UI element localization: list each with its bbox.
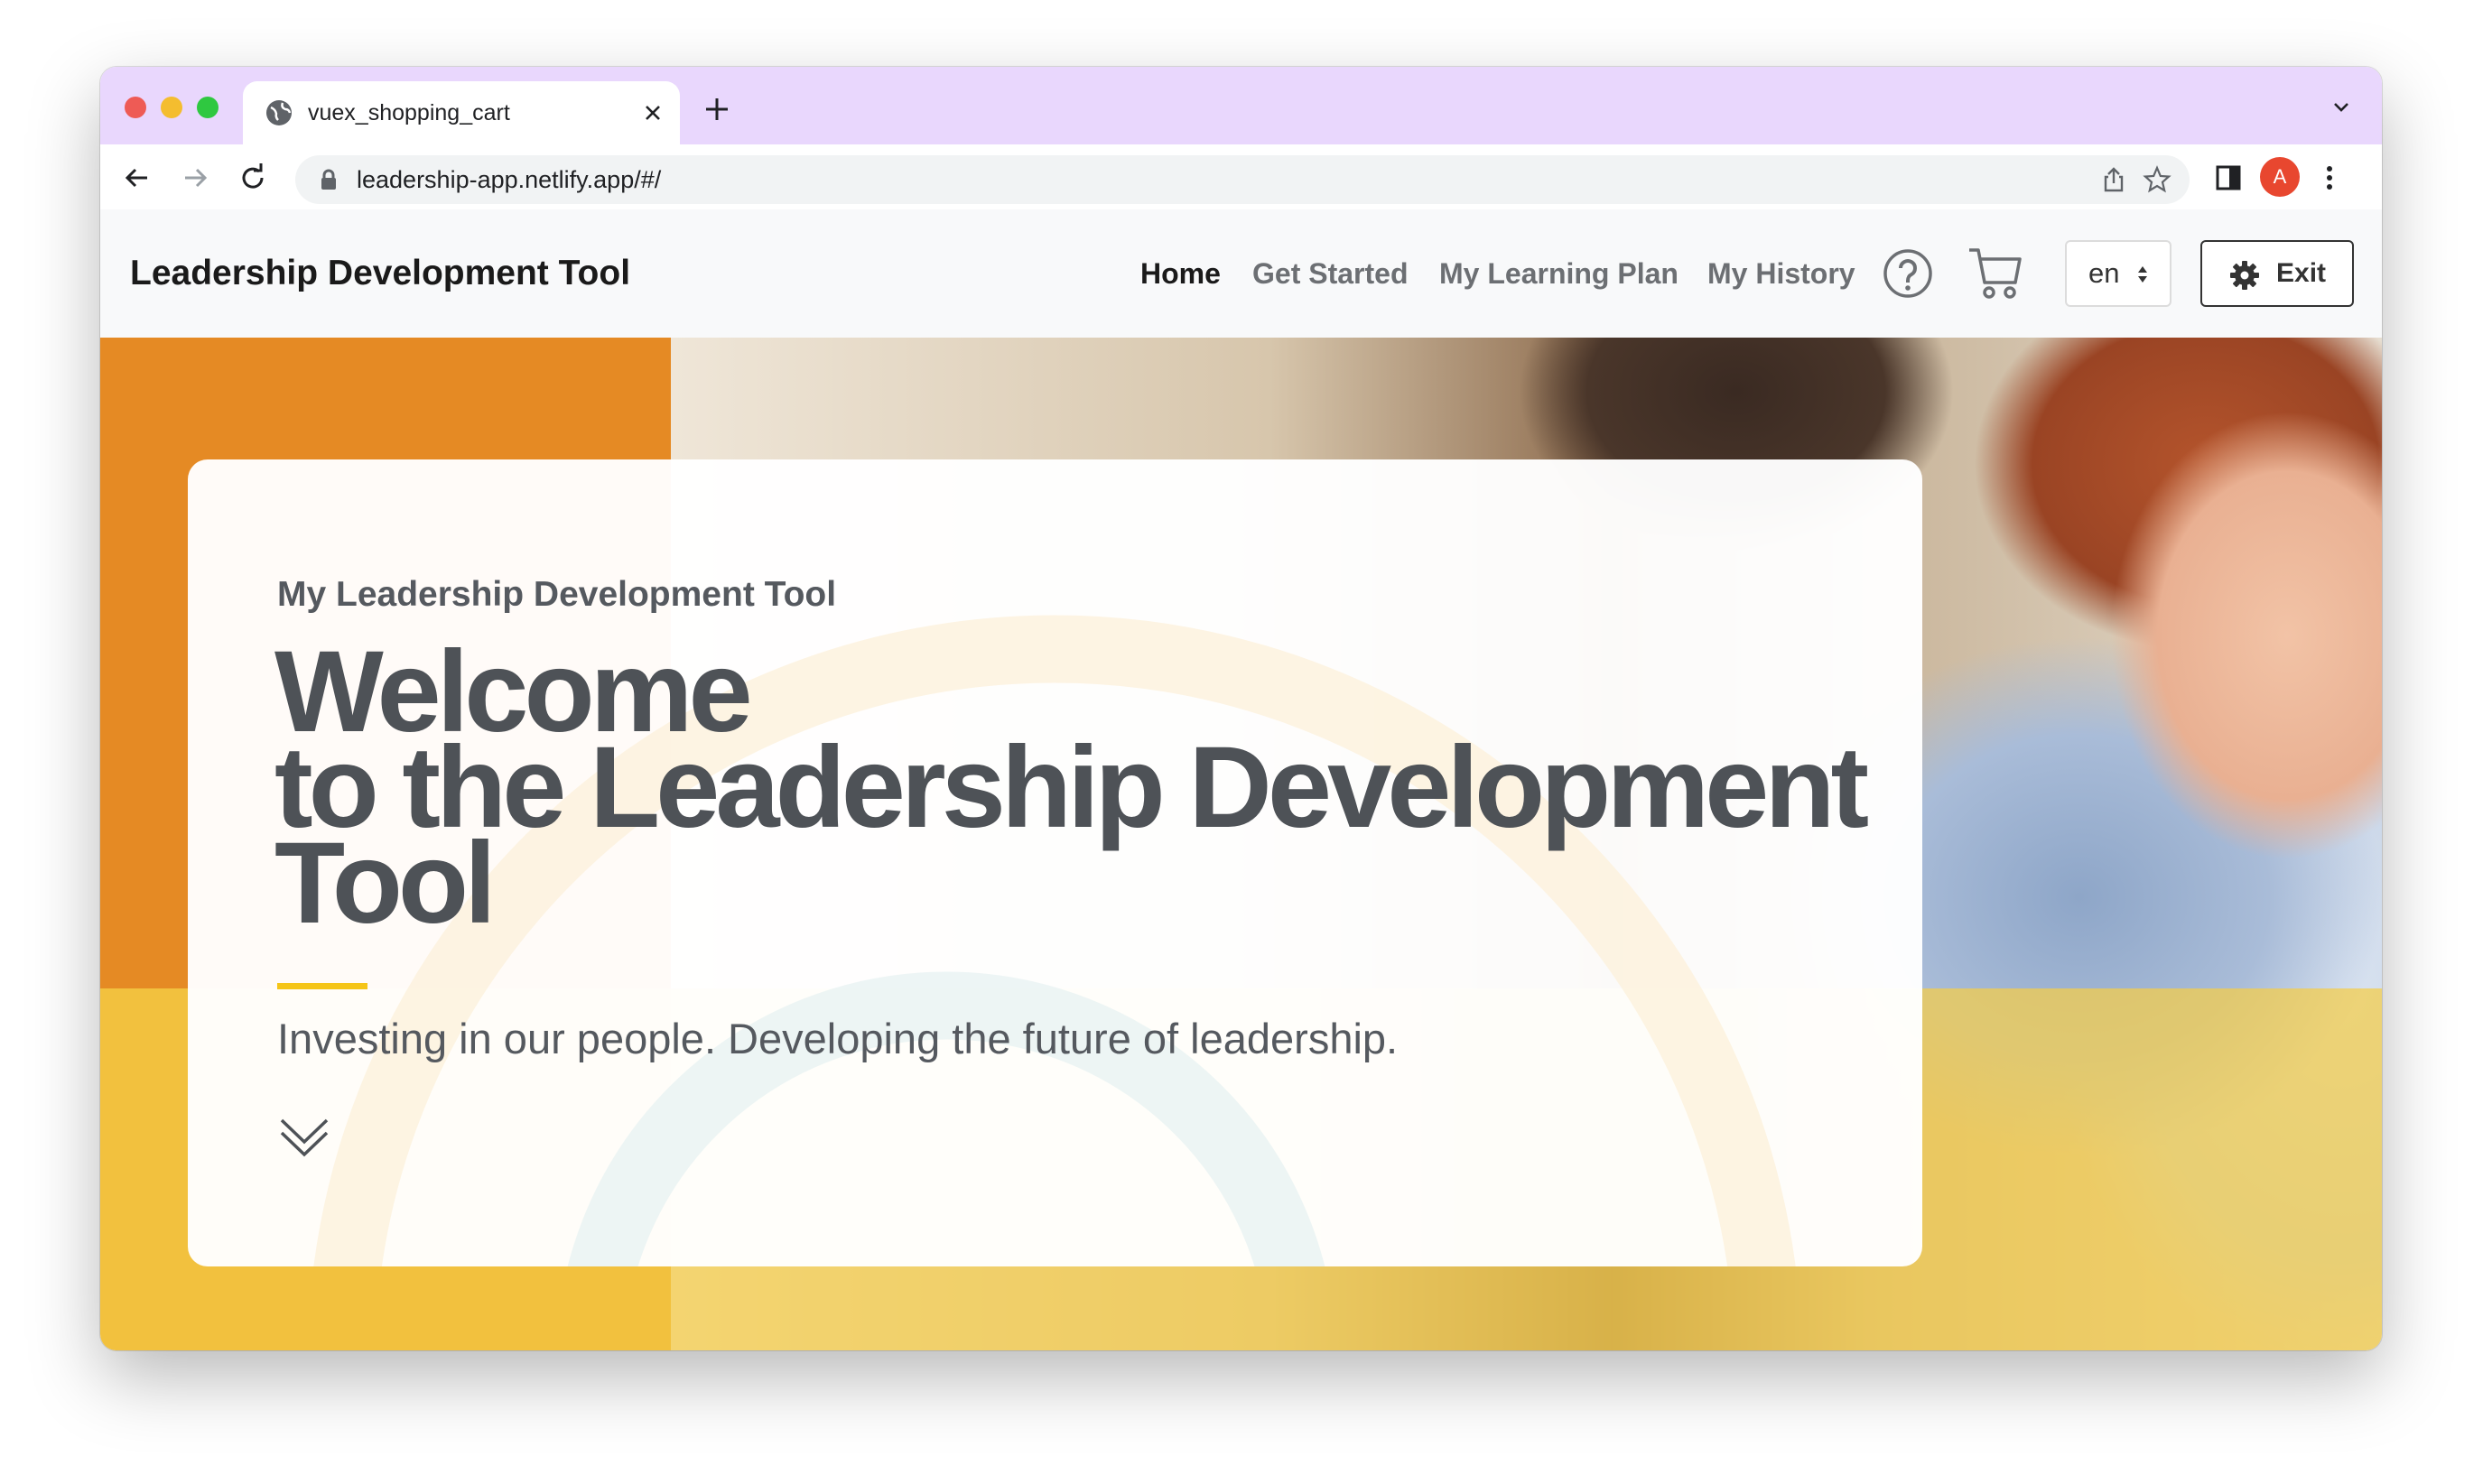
hero-tagline: Investing in our people. Developing the …: [277, 1015, 1399, 1062]
tab-title: vuex_shopping_cart: [308, 100, 510, 125]
headline-line-2: to the Leadership Development: [274, 723, 1869, 852]
lock-icon: [321, 169, 336, 190]
side-panel-icon[interactable]: [2213, 162, 2244, 193]
shopping-cart-icon[interactable]: [1967, 246, 2023, 301]
back-arrow-icon[interactable]: [122, 162, 153, 193]
accent-divider: [277, 983, 367, 989]
language-select[interactable]: en: [2065, 240, 2171, 307]
exit-button[interactable]: Exit: [2200, 240, 2354, 307]
new-tab-icon[interactable]: [703, 96, 730, 123]
hero-eyebrow: My Leadership Development Tool: [277, 575, 837, 614]
browser-tab[interactable]: vuex_shopping_cart: [243, 81, 680, 144]
brand-title[interactable]: Leadership Development Tool: [130, 209, 630, 338]
tab-search-chevron-icon[interactable]: [2331, 97, 2351, 117]
browser-window: vuex_shopping_cart leadership-app.netlif…: [100, 67, 2382, 1350]
hero-headline: Welcome to the Leadership Development To…: [274, 635, 1882, 941]
close-tab-icon[interactable]: [642, 102, 664, 124]
url-text: leadership-app.netlify.app/#/: [357, 166, 662, 193]
share-icon[interactable]: [2099, 165, 2128, 194]
reload-icon[interactable]: [237, 162, 268, 193]
minimize-window-button[interactable]: [161, 97, 182, 118]
nav-my-history[interactable]: My History: [1707, 209, 1855, 338]
close-window-button[interactable]: [125, 97, 146, 118]
profile-avatar[interactable]: A: [2260, 157, 2300, 197]
app-navbar: Leadership Development Tool Home Get Sta…: [100, 209, 2382, 339]
language-value: en: [2088, 257, 2120, 289]
menu-kebab-icon[interactable]: [2314, 162, 2345, 193]
gear-icon: [2230, 261, 2259, 290]
nav-get-started[interactable]: Get Started: [1252, 209, 1408, 338]
welcome-card: My Leadership Development Tool Welcome t…: [188, 459, 1922, 1266]
nav-my-learning-plan[interactable]: My Learning Plan: [1439, 209, 1679, 338]
select-arrows-icon: [2138, 266, 2147, 283]
hero-section: My Leadership Development Tool Welcome t…: [100, 338, 2382, 1350]
browser-toolbar: leadership-app.netlify.app/#/ A: [100, 144, 2382, 211]
globe-icon: [266, 100, 292, 125]
tab-strip: vuex_shopping_cart: [100, 67, 2382, 144]
bookmark-star-icon[interactable]: [2143, 165, 2171, 194]
address-bar[interactable]: leadership-app.netlify.app/#/: [295, 155, 2190, 204]
help-question-icon[interactable]: [1883, 248, 1933, 299]
maximize-window-button[interactable]: [197, 97, 219, 118]
exit-label: Exit: [2276, 258, 2327, 288]
nav-home[interactable]: Home: [1140, 209, 1221, 338]
forward-arrow-icon[interactable]: [180, 162, 210, 193]
scroll-down-chevron-icon[interactable]: [277, 1113, 331, 1158]
